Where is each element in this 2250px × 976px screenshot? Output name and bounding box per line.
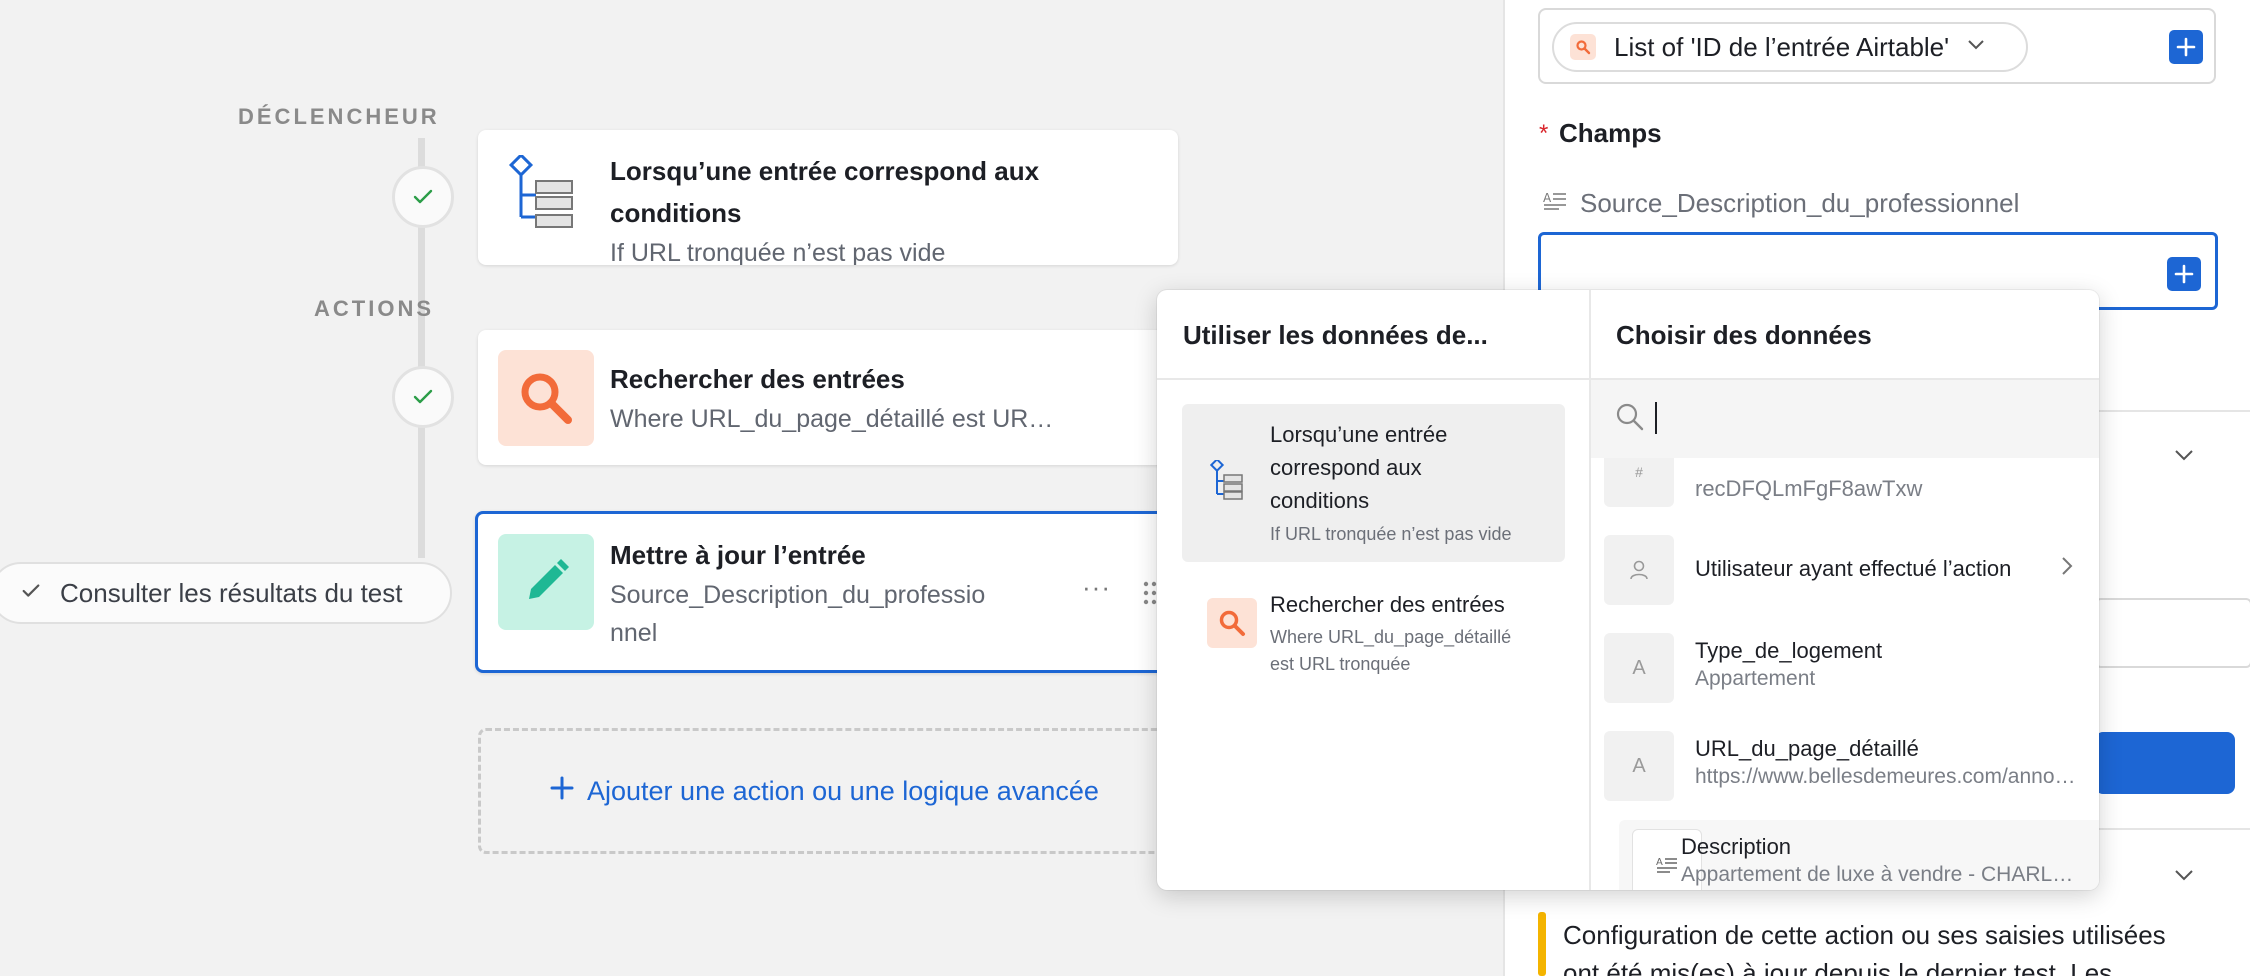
- svg-text:A: A: [1656, 857, 1663, 868]
- trigger-card-title-line1: Lorsqu’une entrée correspond aux: [610, 156, 1040, 186]
- source-trigger-title-line2: correspond aux: [1270, 455, 1422, 480]
- update-card-subtitle-line2: nnel: [610, 619, 658, 647]
- drag-handle-icon[interactable]: [1142, 580, 1158, 611]
- plus-icon: [549, 775, 575, 808]
- search-card-subtitle: Where URL_du_page_détaillé est UR…: [610, 405, 1054, 433]
- trigger-card-title-line2: conditions: [610, 198, 742, 228]
- chevron-down-icon[interactable]: [2173, 448, 2195, 467]
- data-item-record-id[interactable]: # recDFQLmFgF8awTxw: [1591, 458, 2099, 516]
- condition-tree-icon: [1209, 457, 1244, 505]
- search-icon: [1570, 34, 1596, 60]
- search-check-icon: [392, 366, 454, 428]
- source-search-subtitle-line2: est URL tronquée: [1270, 654, 1411, 674]
- data-item-title: Utilisateur ayant effectué l’action: [1695, 556, 2012, 581]
- data-search-input[interactable]: [1653, 398, 2073, 438]
- source-search-subtitle-line1: Where URL_du_page_détaillé: [1270, 627, 1512, 647]
- trigger-check-icon: [392, 166, 454, 228]
- data-list: # recDFQLmFgF8awTxw Utilisateur ayant ef…: [1591, 458, 2099, 890]
- chevron-down-icon[interactable]: [1967, 38, 1985, 56]
- user-icon: [1604, 535, 1674, 605]
- source-trigger-subtitle: If URL tronquée n’est pas vide: [1270, 524, 1512, 544]
- search-icon: [1207, 598, 1257, 648]
- fields-label: Champs: [1559, 118, 1662, 148]
- search-icon: [498, 350, 594, 446]
- trigger-section-label: DÉCLENCHEUR: [238, 104, 440, 129]
- header-divider: [1157, 378, 1590, 380]
- add-action-button[interactable]: Ajouter une action ou une logique avancé…: [478, 728, 1198, 854]
- test-results-label: Consulter les résultats du test: [60, 577, 403, 608]
- hidden-primary-button[interactable]: [2095, 732, 2235, 794]
- data-item-value: https://www.bellesdemeures.com/anno…: [1695, 765, 2076, 788]
- update-card-title: Mettre à jour l’entrée: [610, 540, 866, 570]
- condition-tree-icon: [508, 152, 578, 240]
- search-card-title: Rechercher des entrées: [610, 364, 905, 394]
- required-marker: *: [1539, 120, 1549, 147]
- source-search-title: Rechercher des entrées: [1270, 592, 1505, 617]
- data-item-value: Appartement de luxe à vendre - CHARL…: [1681, 863, 2074, 886]
- data-item-title: Type_de_logement: [1695, 638, 1883, 663]
- source-trigger-title-line1: Lorsqu’une entrée: [1270, 422, 1448, 447]
- text-a-icon: A: [1604, 633, 1674, 703]
- chevron-down-icon[interactable]: [2173, 868, 2195, 887]
- source-item-search[interactable]: Rechercher des entrées Where URL_du_page…: [1182, 578, 1565, 688]
- chevron-right-icon[interactable]: [2061, 556, 2073, 581]
- data-item-description[interactable]: A Description Appartement de luxe à vend…: [1619, 820, 2099, 890]
- list-token-pill[interactable]: List of 'ID de l’entrée Airtable': [1552, 22, 2028, 72]
- search-records-card[interactable]: Rechercher des entrées Where URL_du_page…: [478, 330, 1178, 465]
- add-action-label: Ajouter une action ou une logique avancé…: [587, 775, 1099, 806]
- trigger-card[interactable]: Lorsqu’une entrée correspond aux conditi…: [478, 130, 1178, 265]
- source-column-header: Utiliser les données de...: [1183, 320, 1488, 350]
- data-item-value: Appartement: [1695, 667, 1816, 690]
- source-item-trigger[interactable]: Lorsqu’une entrée correspond aux conditi…: [1182, 404, 1565, 562]
- update-card-subtitle-line1: Source_Description_du_professio: [610, 581, 986, 609]
- data-column-header: Choisir des données: [1616, 320, 1872, 350]
- svg-text:A: A: [1543, 191, 1552, 205]
- data-item-title: URL_du_page_détaillé: [1695, 736, 1919, 761]
- warning-text-line1: Configuration de cette action ou ses sai…: [1563, 920, 2166, 950]
- update-record-card[interactable]: Mettre à jour l’entrée Source_Descriptio…: [475, 511, 1195, 673]
- insert-data-plus-icon[interactable]: [2167, 257, 2201, 291]
- data-item-user[interactable]: Utilisateur ayant effectué l’action: [1591, 526, 2099, 614]
- warning-bar: [1538, 912, 1546, 976]
- search-icon: [1615, 402, 1645, 437]
- data-picker-popover: Utiliser les données de... Choisir des d…: [1157, 290, 2099, 890]
- text-a-icon: A: [1604, 731, 1674, 801]
- add-token-plus-icon[interactable]: [2169, 30, 2203, 64]
- check-icon: [20, 578, 42, 609]
- data-item-type-logement[interactable]: A Type_de_logement Appartement: [1591, 624, 2099, 712]
- text-cursor: [1655, 402, 1657, 434]
- hidden-input[interactable]: [2095, 598, 2250, 668]
- list-token-label: List of 'ID de l’entrée Airtable': [1614, 31, 1950, 62]
- data-item-title: Description: [1681, 834, 1792, 859]
- pencil-icon: [498, 534, 594, 630]
- source-trigger-title-line3: conditions: [1270, 488, 1370, 513]
- more-options-icon[interactable]: ···: [1082, 572, 1111, 603]
- data-search-bar[interactable]: [1591, 380, 2099, 458]
- data-item-title: recDFQLmFgF8awTxw: [1695, 476, 1923, 501]
- actions-section-label: ACTIONS: [314, 296, 434, 321]
- warning-text-line2: ont été mis(es) à jour depuis le dernier…: [1563, 958, 2113, 976]
- record-id-field[interactable]: List of 'ID de l’entrée Airtable': [1538, 8, 2216, 84]
- id-icon: #: [1604, 458, 1674, 507]
- data-item-url[interactable]: A URL_du_page_détaillé https://www.belle…: [1591, 722, 2099, 810]
- field-name-label: Source_Description_du_professionnel: [1580, 188, 2020, 218]
- trigger-card-subtitle: If URL tronquée n’est pas vide: [610, 239, 946, 265]
- test-results-button[interactable]: Consulter les résultats du test: [0, 562, 452, 624]
- long-text-icon: A: [1543, 190, 1567, 215]
